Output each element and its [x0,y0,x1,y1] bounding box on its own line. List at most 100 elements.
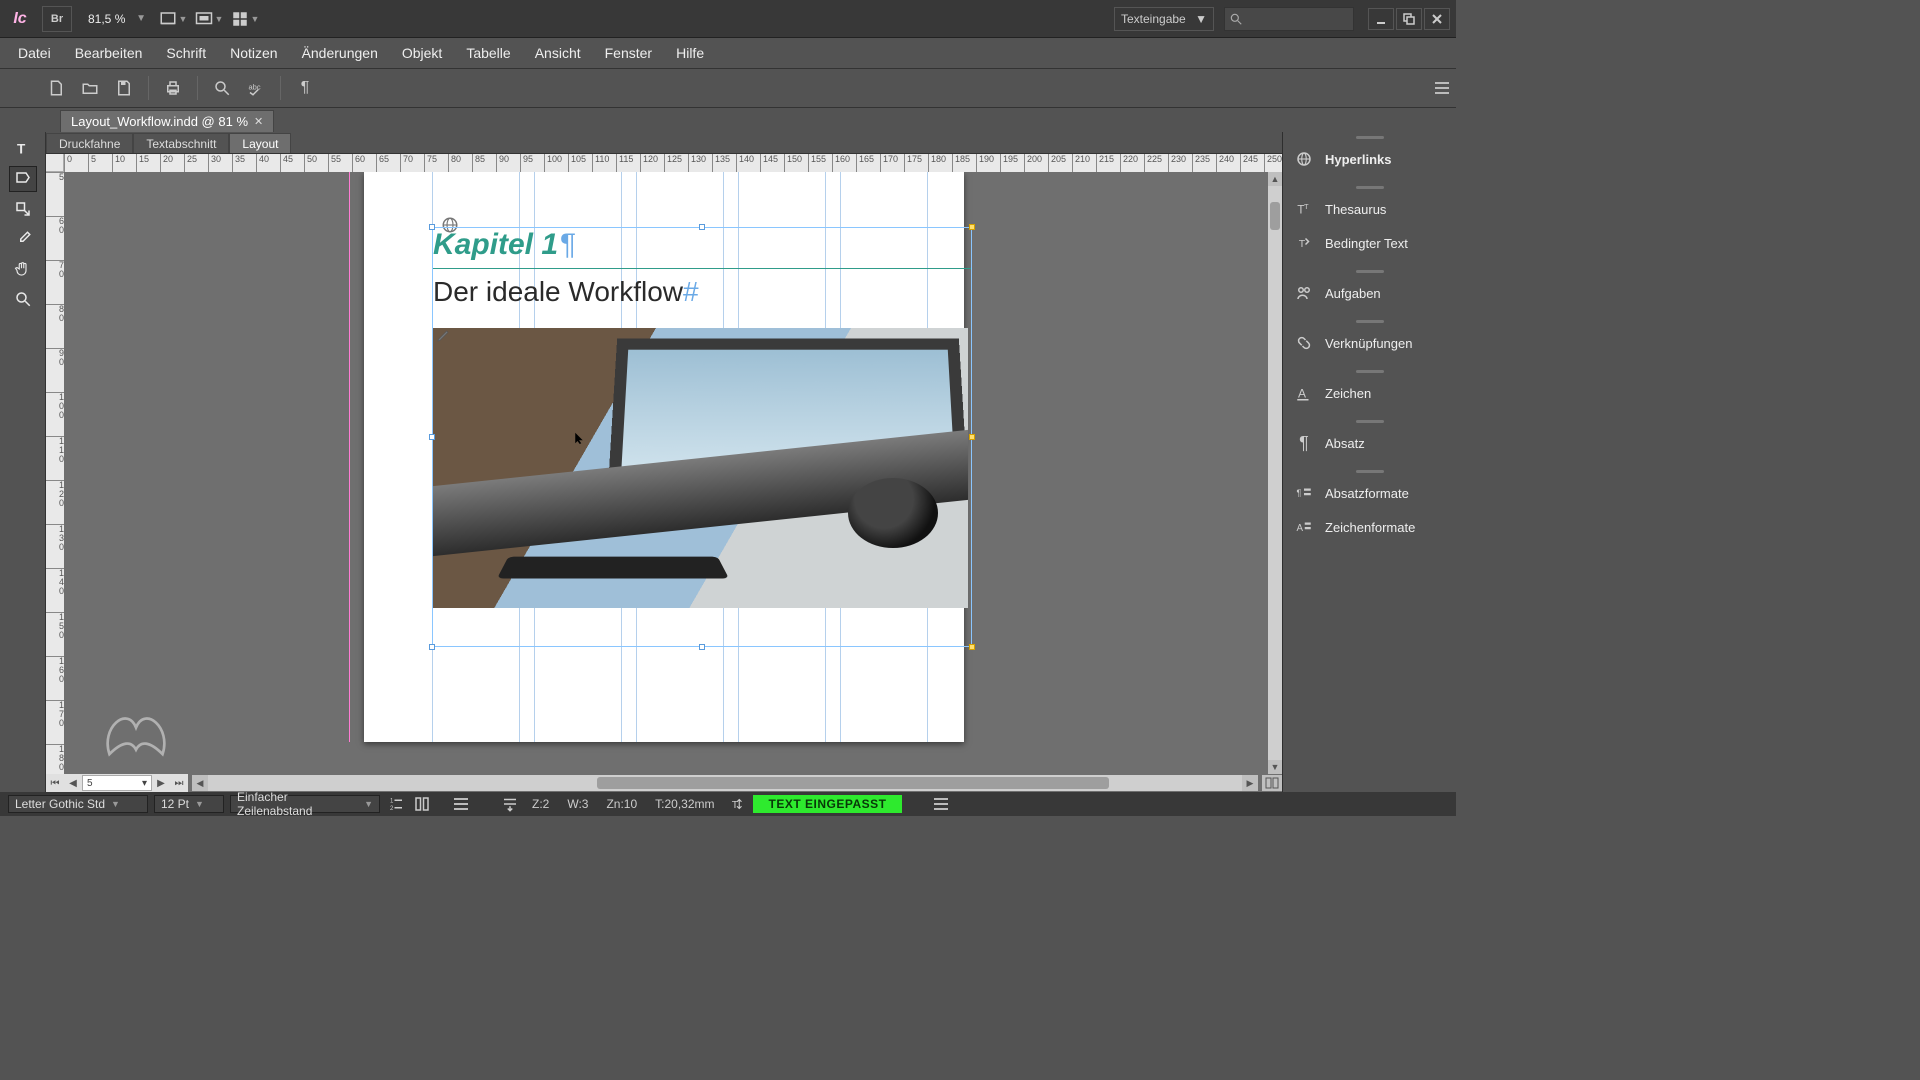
handle-sw[interactable] [429,644,435,650]
svg-text:¶: ¶ [1297,488,1302,498]
status-menu-icon[interactable] [934,798,948,810]
guide-pink[interactable] [349,172,350,742]
pilcrow-icon: ¶ [560,228,576,261]
menu-tabelle[interactable]: Tabelle [454,38,522,68]
panel-links[interactable]: Verknüpfungen [1283,326,1456,360]
workspace-mode-combo[interactable]: Texteingabe ▼ [1114,7,1214,31]
view-tab-layout[interactable]: Layout [229,133,291,153]
line-number-button[interactable]: 12 [386,795,406,813]
view-options-button[interactable]: ▼ [158,7,188,31]
scroll-thumb[interactable] [597,777,1109,789]
scroll-up-icon[interactable]: ▲ [1268,172,1282,186]
canvas[interactable]: Kapitel 1¶ Der ideale Workflow# [64,172,1282,774]
type-tool[interactable]: T [9,136,37,162]
scroll-thumb[interactable] [1270,202,1280,230]
panel-assignments[interactable]: Aufgaben [1283,276,1456,310]
handle-n[interactable] [699,224,705,230]
document-viewport[interactable]: 560708090100110120130140150160170180 Kap… [46,172,1282,774]
strip-menu-button[interactable] [1428,75,1456,101]
leading-combo[interactable]: Einfacher Zeilenabstand▼ [230,795,380,813]
menu-ansicht[interactable]: Ansicht [523,38,593,68]
copyfit-button[interactable]: T [727,795,747,813]
panel-paragraph-styles[interactable]: ¶ Absatzformate [1283,476,1456,510]
stats-menu-icon[interactable] [454,798,468,810]
handle-nw[interactable] [429,224,435,230]
print-button[interactable] [159,75,187,101]
menu-datei[interactable]: Datei [6,38,63,68]
spellcheck-button[interactable]: abc [242,75,270,101]
panel-conditional-text[interactable]: T Bedingter Text [1283,226,1456,260]
scroll-right-icon[interactable]: ▶ [1242,775,1258,791]
horizontal-scrollbar[interactable]: ◀ ▶ [192,775,1258,791]
screen-mode-icon [195,10,213,28]
menu-schrift[interactable]: Schrift [154,38,218,68]
view-tab-story[interactable]: Textabschnitt [133,133,229,153]
menu-hilfe[interactable]: Hilfe [664,38,716,68]
editable-badge-icon [436,327,452,343]
handle-ne[interactable] [969,224,975,230]
open-button[interactable] [76,75,104,101]
minimize-button[interactable] [1368,8,1394,30]
maximize-button[interactable] [1396,8,1422,30]
scroll-left-icon[interactable]: ◀ [192,775,208,791]
close-tab-icon[interactable]: ✕ [254,115,263,128]
menu-fenster[interactable]: Fenster [593,38,664,68]
panel-thesaurus[interactable]: TT Thesaurus [1283,192,1456,226]
save-button[interactable] [110,75,138,101]
find-button[interactable] [208,75,236,101]
svg-text:T: T [1304,202,1309,211]
ruler-vertical[interactable]: 560708090100110120130140150160170180 [46,172,64,774]
placed-image[interactable] [433,328,968,608]
menu-aenderungen[interactable]: Änderungen [290,38,390,68]
scroll-down-icon[interactable]: ▼ [1268,760,1282,774]
panel-paragraph[interactable]: ¶ Absatz [1283,426,1456,460]
column-break-button[interactable] [412,795,432,813]
view-tab-galley[interactable]: Druckfahne [46,133,133,153]
menu-objekt[interactable]: Objekt [390,38,454,68]
panel-character[interactable]: A Zeichen [1283,376,1456,410]
hidden-chars-button[interactable]: ¶ [291,75,319,101]
font-size-value: 12 Pt [161,797,189,811]
bridge-button[interactable]: Br [42,6,72,32]
next-page-button[interactable]: ▶ [152,775,170,791]
last-page-button[interactable]: ⏭ [170,775,188,791]
menu-bearbeiten[interactable]: Bearbeiten [63,38,155,68]
help-search-input[interactable] [1224,7,1354,31]
prev-page-button[interactable]: ◀ [64,775,82,791]
document-tab[interactable]: Layout_Workflow.indd @ 81 % ✕ [60,110,274,132]
handle-s[interactable] [699,644,705,650]
print-icon [164,79,182,97]
chevron-down-icon: ▾ [142,778,147,789]
panel-hyperlinks[interactable]: Hyperlinks [1283,142,1456,176]
menu-notizen[interactable]: Notizen [218,38,289,68]
ruler-origin[interactable] [46,154,64,172]
text-frame[interactable]: Kapitel 1¶ Der ideale Workflow# [432,227,972,647]
vertical-scrollbar[interactable]: ▲ ▼ [1268,172,1282,774]
page-number-field[interactable]: 5▾ [82,775,152,791]
handle-w[interactable] [429,434,435,440]
hand-tool[interactable] [9,256,37,282]
chevron-down-icon: ▼ [1195,12,1207,26]
new-button[interactable] [42,75,70,101]
document-bottom-bar: ⏮ ◀ 5▾ ▶ ⏭ ◀ ▶ [46,774,1282,792]
eyedropper-tool[interactable] [9,226,37,252]
split-view-button[interactable] [1262,775,1282,791]
zoom-combo[interactable]: 81,5 % ▼ [82,7,152,31]
handle-se[interactable] [969,644,975,650]
close-button[interactable] [1424,8,1450,30]
ruler-horizontal[interactable]: 0510152025303540455055606570758085909510… [64,154,1282,172]
first-page-button[interactable]: ⏮ [46,775,64,791]
position-tool[interactable] [9,196,37,222]
end-of-story-icon: # [683,276,699,307]
screen-mode-button[interactable]: ▼ [194,7,224,31]
goto-line-button[interactable] [500,795,520,813]
handle-e[interactable] [969,434,975,440]
font-family-combo[interactable]: Letter Gothic Std▼ [8,795,148,813]
arrange-button[interactable]: ▼ [230,7,260,31]
document-tab-row: Layout_Workflow.indd @ 81 % ✕ [0,108,1456,132]
note-tool[interactable] [9,166,37,192]
zoom-icon [14,290,32,308]
font-size-combo[interactable]: 12 Pt▼ [154,795,224,813]
zoom-tool[interactable] [9,286,37,312]
panel-character-styles[interactable]: A Zeichenformate [1283,510,1456,544]
